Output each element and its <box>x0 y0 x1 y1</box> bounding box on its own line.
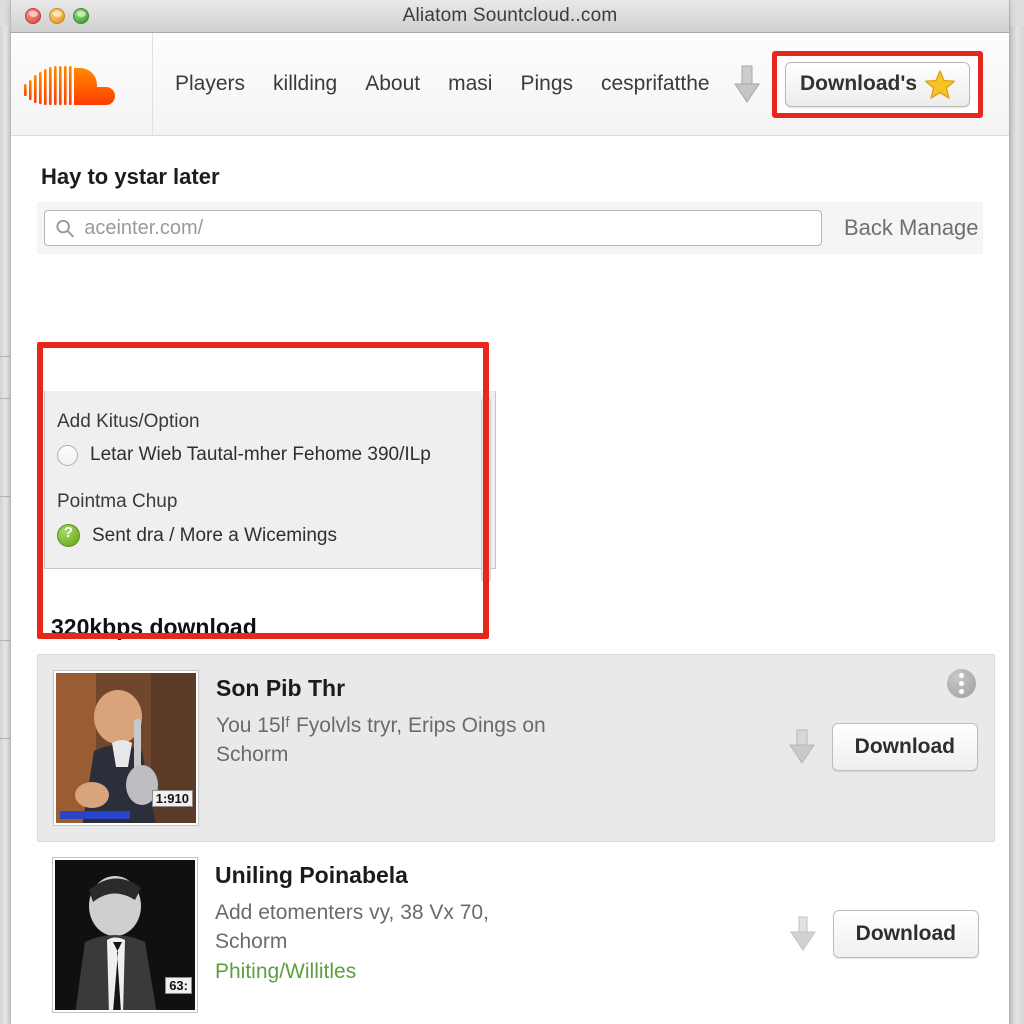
dropdown-option-2[interactable]: Sent dra / More a Wicemings <box>45 519 495 552</box>
desktop-background: Aliatom Sountcloud..com Players killding… <box>0 0 1024 1024</box>
search-suggestions-dropdown: Add Kitus/Option Letar Wieb Tautal-mher … <box>44 391 496 583</box>
track-title[interactable]: Son Pib Thr <box>216 675 770 702</box>
search-row: Back Manage <box>37 202 983 254</box>
track-row[interactable]: 63: Uniling Poinabela Add etomenters vy,… <box>37 842 995 1024</box>
thumbnail-duration-badge: 63: <box>165 977 192 994</box>
app-window: Aliatom Sountcloud..com Players killding… <box>10 0 1010 1024</box>
download-arrow-icon[interactable] <box>788 729 816 765</box>
track-title[interactable]: Uniling Poinabela <box>215 862 771 889</box>
soundcloud-logo[interactable] <box>11 32 153 136</box>
track-uploader[interactable]: Schorm <box>216 740 770 769</box>
main-nav: Players killding About masi Pings cespri… <box>153 72 710 96</box>
search-icon <box>56 219 74 238</box>
track-list: 1:910 Son Pib Thr You 15lᶠ Fyolvls tryr,… <box>37 654 995 1024</box>
title-bar: Aliatom Sountcloud..com <box>11 0 1009 33</box>
download-arrow-icon[interactable] <box>732 64 762 104</box>
dropdown-scrollbar[interactable] <box>481 397 491 583</box>
green-check-icon <box>57 524 80 547</box>
dropdown-group-label-1: Add Kitus/Option <box>57 411 200 432</box>
thumbnail-duration-badge: 1:910 <box>151 790 193 807</box>
nav-link-killding[interactable]: killding <box>273 72 337 96</box>
download-button[interactable]: Download <box>831 723 978 771</box>
header-actions: Download's <box>732 50 1009 118</box>
track-uploader[interactable]: Schorm <box>215 927 771 956</box>
close-button[interactable] <box>25 8 41 24</box>
downloads-highlight-box: Download's <box>772 50 983 118</box>
thumbnail-progress-bar <box>60 811 130 819</box>
track-subtitle: You 15lᶠ Fyolvls tryr, Erips Oings on <box>216 714 546 737</box>
star-icon <box>925 69 955 99</box>
page-title: Hay to ystar later <box>41 164 220 189</box>
soundcloud-cloud-icon <box>23 66 115 105</box>
track-row[interactable]: 1:910 Son Pib Thr You 15lᶠ Fyolvls tryr,… <box>37 654 995 842</box>
download-arrow-icon[interactable] <box>789 916 817 952</box>
download-button[interactable]: Download <box>832 910 979 958</box>
zoom-button[interactable] <box>73 8 89 24</box>
dropdown-option-1[interactable]: Letar Wieb Tautal-mher Fehome 390/ILp <box>45 439 495 471</box>
nav-link-masi[interactable]: masi <box>448 72 492 96</box>
back-manage-label[interactable]: Back Manage <box>822 215 979 241</box>
minimize-button[interactable] <box>49 8 65 24</box>
track-meta: Uniling Poinabela Add etomenters vy, 38 … <box>215 858 771 984</box>
nav-link-pings[interactable]: Pings <box>520 72 573 96</box>
nav-link-cesprifatthe[interactable]: cesprifatthe <box>601 72 710 96</box>
track-thumbnail[interactable]: 63: <box>53 858 197 1012</box>
dropdown-option-2-label: Sent dra / More a Wicemings <box>92 524 337 546</box>
track-tag[interactable]: Phiting/Willitles <box>215 960 771 984</box>
search-input[interactable] <box>84 216 811 240</box>
site-header: Players killding About masi Pings cespri… <box>11 32 1009 136</box>
track-actions: Download <box>789 858 979 958</box>
background-window-right-edge <box>1010 26 1024 1024</box>
kbps-note: 320kbps download <box>44 606 496 651</box>
window-controls[interactable] <box>25 8 89 24</box>
nav-link-players[interactable]: Players <box>175 72 245 96</box>
track-meta: Son Pib Thr You 15lᶠ Fyolvls tryr, Erips… <box>216 671 770 769</box>
dropdown-option-1-label: Letar Wieb Tautal-mher Fehome 390/ILp <box>90 444 431 465</box>
radio-unselected-icon[interactable] <box>57 444 78 466</box>
track-subtitle: Add etomenters vy, 38 Vx 70, <box>215 901 489 924</box>
main-content: Hay to ystar later Back Manage Add Kitus… <box>11 136 1009 1024</box>
window-title: Aliatom Sountcloud..com <box>402 5 618 26</box>
downloads-button-label: Download's <box>800 72 917 95</box>
dropdown-group-label-2: Pointma Chup <box>57 491 178 512</box>
nav-link-about[interactable]: About <box>365 72 420 96</box>
downloads-button[interactable]: Download's <box>785 61 970 107</box>
search-box[interactable] <box>44 210 822 246</box>
track-thumbnail[interactable]: 1:910 <box>54 671 198 825</box>
kebab-menu-icon[interactable] <box>947 669 976 698</box>
